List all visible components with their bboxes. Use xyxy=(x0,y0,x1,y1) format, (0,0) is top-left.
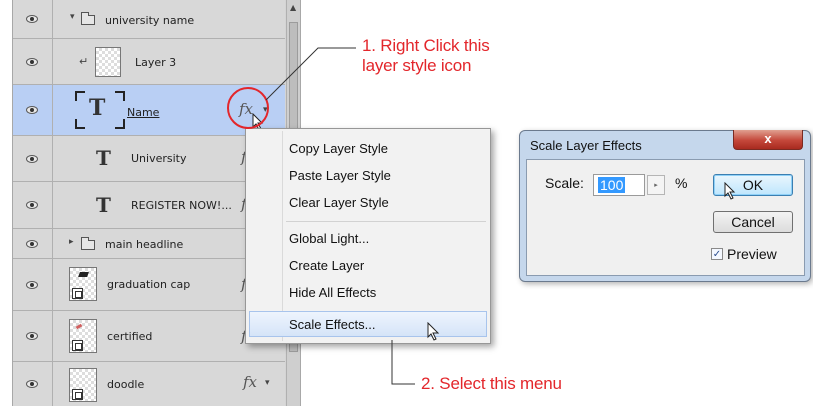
menu-item-hide-all-effects[interactable]: Hide All Effects xyxy=(246,280,490,306)
clipping-arrow-icon: ↵ xyxy=(79,55,89,68)
smart-object-badge-icon xyxy=(72,340,83,351)
folder-icon xyxy=(81,12,95,25)
visibility-toggle[interactable] xyxy=(13,182,53,228)
eye-icon xyxy=(26,57,38,66)
eye-icon xyxy=(26,239,38,248)
close-icon: x xyxy=(764,131,772,146)
scale-input[interactable]: 100 xyxy=(593,174,645,196)
smart-object-badge-icon xyxy=(72,288,83,299)
menu-separator xyxy=(286,221,486,222)
callout-line-step2 xyxy=(391,340,415,385)
close-button[interactable]: x xyxy=(733,130,803,150)
layer-row-university-name[interactable]: ▾ university name xyxy=(13,0,285,39)
visibility-toggle[interactable] xyxy=(13,362,53,406)
eye-icon xyxy=(26,280,38,289)
cursor-icon xyxy=(724,182,736,200)
layer-row-doodle[interactable]: doodle fx ▾ xyxy=(13,362,285,406)
graduation-cap-icon xyxy=(78,272,89,277)
text-layer-icon: T xyxy=(96,146,111,170)
percent-label: % xyxy=(675,175,688,191)
menu-item-copy-layer-style[interactable]: Copy Layer Style xyxy=(246,136,490,162)
layer-name: Name xyxy=(127,106,160,119)
folder-icon xyxy=(81,237,95,250)
visibility-toggle[interactable] xyxy=(13,311,53,361)
menu-item-scale-effects[interactable]: Scale Effects... xyxy=(249,311,487,337)
preview-checkbox[interactable]: ✓ xyxy=(711,248,723,260)
visibility-toggle[interactable] xyxy=(13,259,53,310)
layer-style-fx-icon[interactable]: fx xyxy=(243,373,257,391)
menu-item-clear-layer-style[interactable]: Clear Layer Style xyxy=(246,190,490,216)
fx-menu-arrow-icon[interactable]: ▾ xyxy=(265,378,270,388)
dialog-title: Scale Layer Effects xyxy=(530,138,642,153)
scroll-up-arrow-icon[interactable]: ▲ xyxy=(290,3,296,12)
visibility-toggle[interactable] xyxy=(13,85,53,135)
scale-layer-effects-dialog: Scale Layer Effects x Scale: 100 ▸ % OK … xyxy=(519,130,811,282)
layer-name: University xyxy=(131,152,187,165)
smart-object-badge-icon xyxy=(72,389,83,400)
layer-name: main headline xyxy=(105,238,184,251)
cancel-button[interactable]: Cancel xyxy=(713,211,793,233)
layer-name: Layer 3 xyxy=(135,56,177,69)
layer-row-layer-3[interactable]: ↵ Layer 3 xyxy=(13,39,285,85)
cursor-icon xyxy=(427,322,440,341)
smart-object-thumbnail xyxy=(69,319,97,353)
annotation-step1-line1: 1. Right Click this xyxy=(362,36,490,55)
eye-icon xyxy=(26,15,38,23)
expand-arrow-icon[interactable]: ▾ xyxy=(70,12,75,22)
text-layer-icon: T xyxy=(96,193,111,217)
annotation-step1: 1. Right Click this layer style icon xyxy=(362,36,490,76)
eye-icon xyxy=(26,154,38,163)
text-layer-icon: T xyxy=(89,95,106,121)
layer-name: university name xyxy=(105,14,195,27)
menu-item-global-light[interactable]: Global Light... xyxy=(246,226,490,252)
eye-icon xyxy=(26,106,38,114)
text-layer-thumbnail: T xyxy=(75,91,125,129)
menu-item-paste-layer-style[interactable]: Paste Layer Style xyxy=(246,163,490,189)
menu-item-create-layer[interactable]: Create Layer xyxy=(246,253,490,279)
dialog-client-area: Scale: 100 ▸ % OK Cancel ✓ Preview xyxy=(526,159,805,276)
collapse-arrow-icon[interactable]: ▸ xyxy=(69,237,74,247)
smart-object-thumbnail xyxy=(69,368,97,402)
visibility-toggle[interactable] xyxy=(13,229,53,258)
scale-label: Scale: xyxy=(545,175,584,191)
eye-icon xyxy=(26,332,38,340)
layer-name: certified xyxy=(107,330,153,343)
visibility-toggle[interactable] xyxy=(13,39,53,84)
visibility-toggle[interactable] xyxy=(13,0,53,38)
scale-slider-arrow-icon[interactable]: ▸ xyxy=(647,175,665,195)
layer-name: graduation cap xyxy=(107,278,191,291)
layer-thumbnail xyxy=(95,47,121,77)
layer-name: REGISTER NOW!... xyxy=(131,199,232,212)
annotation-step2: 2. Select this menu xyxy=(421,374,562,393)
visibility-toggle[interactable] xyxy=(13,136,53,181)
layer-style-context-menu: Copy Layer Style Paste Layer Style Clear… xyxy=(245,128,491,344)
preview-label: Preview xyxy=(727,246,777,262)
eye-icon xyxy=(26,380,38,388)
layer-name: doodle xyxy=(107,378,145,391)
smart-object-thumbnail xyxy=(69,267,97,301)
scale-value: 100 xyxy=(598,177,626,193)
annotation-step1-line2: layer style icon xyxy=(362,56,472,75)
eye-icon xyxy=(26,201,38,209)
